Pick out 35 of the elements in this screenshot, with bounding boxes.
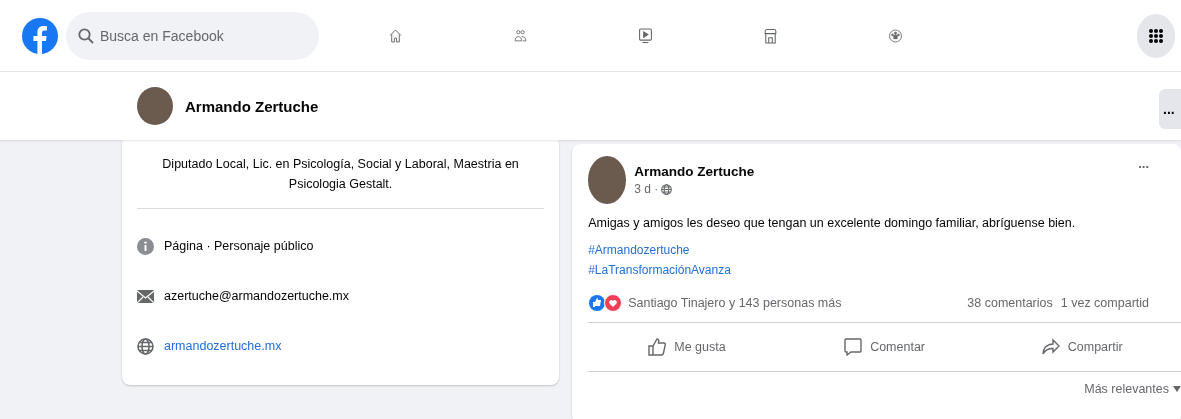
logo-icon[interactable] — [22, 17, 58, 54]
comment-button[interactable]: Comentar — [785, 337, 984, 357]
reactions-text[interactable]: Santiago Tinajero y 143 personas más — [628, 296, 842, 310]
search-field[interactable]: Busca en Facebook — [66, 11, 319, 60]
sort-dropdown[interactable]: Más relevantes — [1084, 382, 1169, 396]
comments-count[interactable]: 38 comentarios — [967, 296, 1053, 310]
post-text: Amigas y amigos les deseo que tengan un excelente domingo familiar, abríguense bien. — [588, 216, 1077, 230]
bio-text: Diputado Local, Lic. en Psicología, Social y Laboral, Maestria en Psicologia Gestalt. — [137, 154, 545, 209]
hashtag-link[interactable]: #LaTransformaciónAvanza — [588, 260, 731, 280]
email-text: azertuche@armandozertuche.mx — [164, 289, 349, 303]
share-arrow-icon — [1041, 338, 1060, 356]
caret-icon — [1173, 386, 1181, 392]
post-time[interactable]: 3 d · — [634, 182, 659, 196]
envelope-icon — [137, 287, 154, 305]
share-button[interactable]: Compartir — [983, 337, 1181, 357]
more-button[interactable]: ... — [1138, 156, 1149, 171]
author-name[interactable]: Armando Zertuche — [634, 164, 755, 179]
globe-icon — [661, 183, 673, 195]
reaction-icons — [588, 294, 625, 312]
page-name[interactable]: Armando Zertuche — [185, 97, 319, 115]
grid-menu-icon — [1148, 27, 1164, 44]
more-button[interactable]: ... — [1159, 89, 1181, 129]
search-icon — [78, 27, 94, 44]
shares-count[interactable]: 1 vez compartid — [1060, 296, 1149, 310]
avatar — [588, 156, 627, 204]
menu-button[interactable] — [1137, 13, 1175, 58]
website-link[interactable]: armandozertuche.mx — [164, 339, 282, 353]
like-button[interactable]: Me gusta — [588, 337, 786, 357]
info-icon — [137, 237, 154, 255]
speech-bubble-icon — [844, 338, 863, 356]
category-text: Página · Personaje público — [164, 239, 314, 253]
thumbs-up-icon — [648, 338, 667, 356]
avatar — [137, 87, 173, 125]
globe-icon — [137, 337, 154, 355]
hashtag-link[interactable]: #Armandozertuche — [588, 240, 690, 260]
